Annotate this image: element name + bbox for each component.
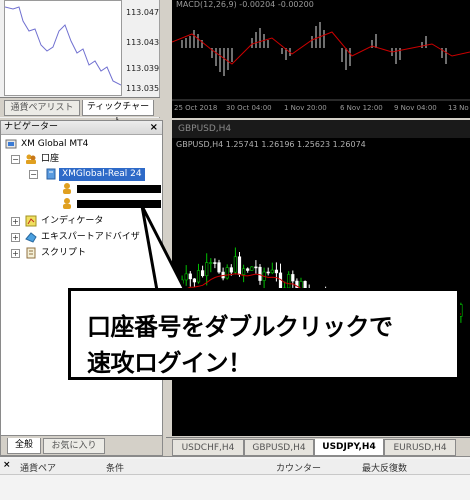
navigator-tabs: 全般 お気に入り (1, 435, 162, 455)
redacted-account-number (77, 200, 161, 208)
expand-icon[interactable]: + (11, 233, 20, 242)
tab-general[interactable]: 全般 (7, 438, 41, 454)
tree-scripts[interactable]: + スクリプト (11, 247, 151, 260)
callout-text-line2: 速攻ログイン！ (87, 349, 252, 377)
chart-window-title-text: GBPUSD,H4 (178, 124, 232, 134)
tree-root-label: XM Global MT4 (21, 139, 89, 149)
callout-box: 口座番号をダブルクリックで 速攻ログイン！ (68, 288, 460, 380)
tree-account-item[interactable] (61, 182, 161, 195)
tree-indicators[interactable]: + インディケータ (11, 215, 151, 228)
accounts-icon (26, 154, 36, 164)
tab-chart-gbpusd[interactable]: GBPUSD,H4 (244, 439, 314, 456)
tree-accounts-folder[interactable]: − 口座 (11, 153, 151, 166)
expand-icon[interactable]: + (11, 249, 20, 258)
candle-body (217, 262, 221, 273)
expand-icon[interactable]: + (11, 217, 20, 226)
candle-body (200, 270, 205, 277)
terminal-close-icon[interactable]: × (3, 460, 11, 470)
navigator-title: ナビゲーター (4, 122, 59, 132)
candle-body (188, 273, 192, 280)
candle-body (270, 269, 274, 274)
tree-account-server-label: XMGlobal-Real 24 (59, 168, 145, 181)
candle-body (196, 270, 201, 283)
candle-body (209, 262, 213, 264)
candle-body (180, 279, 184, 289)
tick-price-label: 113.035 (126, 84, 160, 93)
redacted-account-number (77, 185, 161, 193)
column-condition[interactable]: 条件 (106, 461, 124, 474)
time-axis-label: 6 Nov 12:00 (340, 104, 383, 112)
candle-body (229, 267, 233, 273)
chart-tabs: USDCHF,H4 GBPUSD,H4 USDJPY,H4 EURUSD,H4 (166, 437, 470, 456)
indicator-icon (25, 215, 37, 227)
navigator-close-icon[interactable]: × (150, 121, 158, 134)
tab-symbol-list[interactable]: 通貨ペアリスト (4, 100, 80, 116)
candle-body (233, 256, 237, 273)
callout-text-line1: 口座番号をダブルクリックで (87, 313, 393, 341)
tab-chart-eurusd[interactable]: EURUSD,H4 (384, 439, 456, 456)
tree-experts[interactable]: + エキスパートアドバイザ (11, 231, 161, 244)
column-symbol[interactable]: 通貨ペア (20, 461, 56, 474)
candle-body (254, 266, 258, 269)
terminal-column-header: × 通貨ペア 条件 カウンター 最大反復数 (0, 459, 470, 475)
macd-chart[interactable]: MACD(12,26,9) -0.00204 -0.00200 25 Oct 2… (172, 0, 470, 118)
tree-indicators-label: インディケータ (41, 216, 104, 226)
tab-tick-chart[interactable]: ティックチャート (82, 100, 154, 127)
candle-body (192, 278, 197, 283)
time-axis-label: 1 Nov 20:00 (284, 104, 327, 112)
tick-price-label: 113.039 (126, 64, 160, 73)
tree-experts-label: エキスパートアドバイザ (41, 232, 140, 242)
expert-advisor-icon (25, 232, 37, 243)
server-icon (46, 168, 56, 180)
navigator-header: ナビゲーター × (1, 121, 162, 135)
candle-body (246, 268, 250, 271)
chart-window-title[interactable]: GBPUSD,H4 (172, 120, 470, 138)
tab-chart-usdchf[interactable]: USDCHF,H4 (172, 439, 244, 456)
gbpusd-chart[interactable]: GBPUSD,H4 1.25741 1.26196 1.25623 1.2607… (172, 138, 470, 436)
tick-panel-tabs: 通貨ペアリスト ティックチャート (0, 97, 160, 127)
candle-body (287, 274, 291, 289)
candle-body (213, 262, 217, 264)
tab-favorites[interactable]: お気に入り (43, 438, 105, 454)
candle-body (266, 271, 270, 274)
time-axis-label: 25 Oct 2018 (174, 104, 218, 112)
tree-account-item[interactable] (61, 197, 161, 210)
tree-accounts-label: 口座 (41, 154, 60, 164)
time-axis-label: 30 Oct 04:00 (226, 104, 272, 112)
time-axis-label: 9 Nov 04:00 (394, 104, 437, 112)
column-counter[interactable]: カウンター (276, 461, 321, 474)
tick-chart-panel: 113.047 113.043 113.039 113.035 通貨ペアリスト … (0, 0, 160, 127)
candle-body (258, 266, 262, 281)
terminal-icon (5, 139, 17, 149)
candle-body (205, 262, 209, 277)
tick-price-label: 113.047 (126, 8, 160, 17)
collapse-icon[interactable]: − (11, 155, 20, 164)
column-max-iterations[interactable]: 最大反復数 (362, 461, 407, 474)
terminal-panel: × 通貨ペア 条件 カウンター 最大反復数 (0, 456, 470, 500)
tab-chart-usdjpy[interactable]: USDJPY,H4 (314, 439, 384, 456)
tree-account-server[interactable]: − XMGlobal-Real 24 (29, 168, 159, 181)
time-axis-label: 13 No (448, 104, 469, 112)
navigator-tree: XM Global MT4 − 口座 − XMGlobal-Real 24 + … (1, 135, 162, 433)
macd-histogram (172, 22, 470, 101)
candle-body (184, 273, 188, 281)
tick-chart-line (4, 6, 122, 86)
user-icon (63, 183, 71, 194)
candle-body (242, 268, 246, 275)
candle-body (274, 269, 278, 274)
tick-chart-plot (4, 0, 122, 96)
tree-scripts-label: スクリプト (41, 248, 87, 258)
candle-body (237, 256, 242, 275)
collapse-icon[interactable]: − (29, 170, 38, 179)
candle-body (225, 267, 229, 279)
candle-body (291, 274, 295, 282)
tick-price-label: 113.043 (126, 38, 160, 47)
script-icon (26, 247, 36, 259)
user-icon (63, 198, 71, 209)
candle-body (250, 266, 254, 271)
candlestick-series (176, 247, 463, 332)
